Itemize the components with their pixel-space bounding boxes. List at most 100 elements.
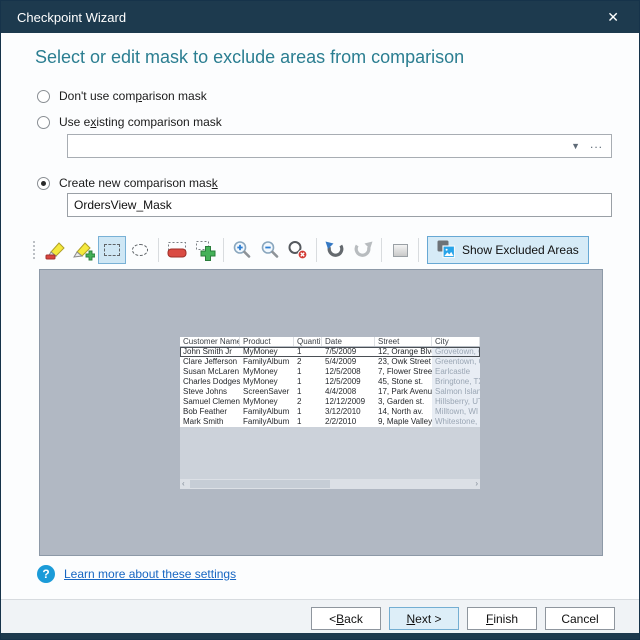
grid-cell: ScreenSaver <box>240 387 294 397</box>
undo-icon[interactable] <box>321 236 349 264</box>
finish-button[interactable]: Finish <box>467 607 537 630</box>
chevron-down-icon[interactable]: ▼ <box>563 141 588 151</box>
grid-cell: FamilyAlbum <box>240 417 294 427</box>
grid-cell: 2/2/2010 <box>322 417 375 427</box>
remove-area-icon[interactable] <box>163 236 191 264</box>
grid-cell-excluded: Greentown, CA <box>432 357 480 367</box>
cancel-button[interactable]: Cancel <box>545 607 615 630</box>
grid-cell: 2 <box>294 357 322 367</box>
grid-cell: Susan McLaren <box>180 367 240 377</box>
grid-cell: 23, Owk Street <box>375 357 432 367</box>
grid-cell: 5/4/2009 <box>322 357 375 367</box>
grid-cell: 1 <box>294 387 322 397</box>
mask-preview-canvas[interactable]: Customer NameProductQuantityDateStreetCi… <box>39 269 603 556</box>
grid-cell: 7/5/2009 <box>322 347 375 357</box>
grid-cell: MyMoney <box>240 347 294 357</box>
include-marker-icon[interactable] <box>70 236 98 264</box>
grid-cell: 1 <box>294 417 322 427</box>
toolbar-grip-handle[interactable] <box>31 239 37 261</box>
grid-cell: FamilyAlbum <box>240 357 294 367</box>
zoom-out-icon[interactable] <box>256 236 284 264</box>
grid-cell: 12/12/2009 <box>322 397 375 407</box>
grid-row: John Smith JrMyMoney17/5/200912, Orange … <box>180 347 480 357</box>
grid-cell: Samuel Clemens <box>180 397 240 407</box>
scrollbar-thumb[interactable] <box>190 480 330 488</box>
grid-cell: Bob Feather <box>180 407 240 417</box>
show-excluded-areas-label: Show Excluded Areas <box>462 243 579 257</box>
rectangular-selection-icon[interactable] <box>98 236 126 264</box>
grid-cell: Charles Dodgeson <box>180 377 240 387</box>
grid-cell: 12, Orange Blvd <box>375 347 432 357</box>
grid-row: Mark SmithFamilyAlbum12/2/20109, Maple V… <box>180 417 480 427</box>
grid-row: Steve JohnsScreenSaver14/4/200817, Park … <box>180 387 480 397</box>
grid-cell: 12/5/2008 <box>322 367 375 377</box>
toolbar-separator <box>418 238 419 262</box>
grid-cell: 3, Garden st. <box>375 397 432 407</box>
page-title: Select or edit mask to exclude areas fro… <box>35 47 464 68</box>
grid-row: Clare JeffersonFamilyAlbum25/4/200923, O… <box>180 357 480 367</box>
mask-toolbar: Show Excluded Areas <box>31 233 589 267</box>
grid-header-row: Customer NameProductQuantityDateStreetCi… <box>180 337 480 347</box>
grid-cell-excluded: Salmon Island <box>432 387 480 397</box>
title-bar: Checkpoint Wizard ✕ <box>1 1 639 33</box>
radio-circle[interactable] <box>37 90 50 103</box>
radio-label: Use existing comparison mask <box>59 115 222 129</box>
help-question-icon[interactable]: ? <box>37 565 55 583</box>
grid-cell: 1 <box>294 377 322 387</box>
captured-grid-image: Customer NameProductQuantityDateStreetCi… <box>180 337 480 427</box>
grid-row: Samuel ClemensMyMoney212/12/20093, Garde… <box>180 397 480 407</box>
next-button[interactable]: Next > <box>389 607 459 630</box>
grid-row: Bob FeatherFamilyAlbum13/12/201014, Nort… <box>180 407 480 417</box>
learn-more-link[interactable]: Learn more about these settings <box>64 567 236 581</box>
grid-cell: 9, Maple Valley <box>375 417 432 427</box>
checkpoint-wizard-dialog: Checkpoint Wizard ✕ Select or edit mask … <box>0 0 640 640</box>
grid-cell: 3/12/2010 <box>322 407 375 417</box>
radio-label: Create new comparison mask <box>59 176 218 190</box>
image-horizontal-scrollbar[interactable]: ‹ › <box>180 479 480 489</box>
grid-cell-excluded: Whitestone, Brit <box>432 417 480 427</box>
toolbar-separator <box>158 238 159 262</box>
grid-cell-excluded: Bringtone, TX <box>432 377 480 387</box>
redo-icon[interactable] <box>349 236 377 264</box>
zoom-in-icon[interactable] <box>228 236 256 264</box>
grid-cell: 4/4/2008 <box>322 387 375 397</box>
grid-cell: Clare Jefferson <box>180 357 240 367</box>
grid-cell-excluded: Hillsberry, UT <box>432 397 480 407</box>
radio-create-new-mask[interactable]: Create new comparison mask <box>37 176 218 190</box>
toolbar-separator <box>223 238 224 262</box>
grid-cell-excluded: Earlcastle <box>432 367 480 377</box>
grid-cell: 1 <box>294 407 322 417</box>
radio-circle[interactable] <box>37 116 50 129</box>
show-excluded-areas-icon <box>437 240 455 261</box>
browse-ellipsis-button[interactable]: ... <box>588 137 611 155</box>
elliptical-selection-icon[interactable] <box>126 236 154 264</box>
show-excluded-areas-button[interactable]: Show Excluded Areas <box>427 236 589 264</box>
grid-cell: 45, Stone st. <box>375 377 432 387</box>
grid-cell: Steve Johns <box>180 387 240 397</box>
radio-circle-checked[interactable] <box>37 177 50 190</box>
scroll-right-icon[interactable]: › <box>475 479 478 489</box>
scroll-left-icon[interactable]: ‹ <box>182 479 185 489</box>
add-area-icon[interactable] <box>191 236 219 264</box>
close-icon[interactable]: ✕ <box>601 7 625 28</box>
window-title: Checkpoint Wizard <box>17 10 126 25</box>
help-row: ? Learn more about these settings <box>37 565 236 583</box>
grid-cell: 17, Park Avenue <box>375 387 432 397</box>
radio-use-existing-mask[interactable]: Use existing comparison mask <box>37 115 222 129</box>
grid-cell: Mark Smith <box>180 417 240 427</box>
back-button[interactable]: < Back <box>311 607 381 630</box>
existing-mask-combobox[interactable]: ▼ ... <box>67 134 612 158</box>
grid-rows: John Smith JrMyMoney17/5/200912, Orange … <box>180 347 480 427</box>
new-mask-name-input[interactable] <box>67 193 612 217</box>
grid-cell: 2 <box>294 397 322 407</box>
radio-dont-use-mask[interactable]: Don't use comparison mask <box>37 89 207 103</box>
grid-row: Susan McLarenMyMoney112/5/20087, Flower … <box>180 367 480 377</box>
grid-cell: 1 <box>294 347 322 357</box>
toolbar-separator <box>316 238 317 262</box>
grid-cell: FamilyAlbum <box>240 407 294 417</box>
frame-icon[interactable] <box>386 236 414 264</box>
wizard-footer: < Back Next > Finish Cancel <box>1 599 639 635</box>
grid-cell: MyMoney <box>240 377 294 387</box>
exclude-marker-icon[interactable] <box>42 236 70 264</box>
reset-zoom-icon[interactable] <box>284 236 312 264</box>
